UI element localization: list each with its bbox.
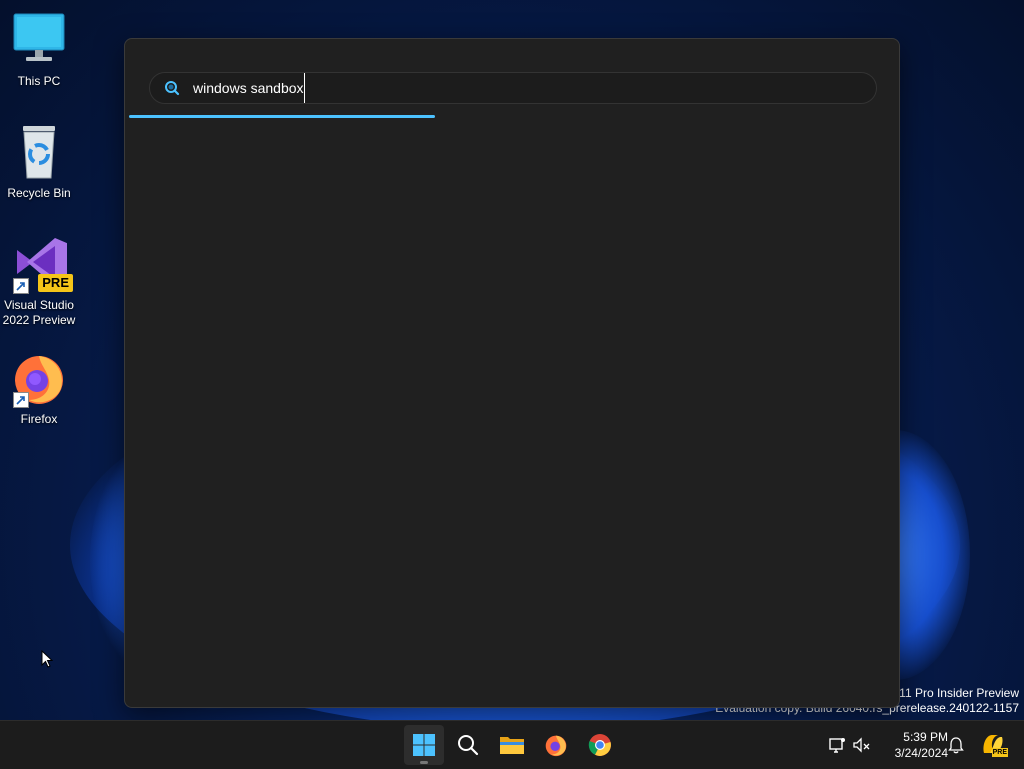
notification-bell-icon[interactable] — [946, 735, 966, 755]
desktop-icon-firefox[interactable]: Firefox — [2, 350, 76, 427]
desktop-icon-label: This PC — [17, 74, 61, 88]
chrome-taskbar-button[interactable] — [580, 725, 620, 765]
search-progress-bar — [129, 115, 435, 118]
file-explorer-button[interactable] — [492, 725, 532, 765]
system-clock[interactable]: 5:39 PM 3/24/2024 — [876, 729, 948, 761]
firefox-taskbar-button[interactable] — [536, 725, 576, 765]
chrome-icon — [588, 734, 611, 756]
shortcut-arrow-icon — [13, 278, 29, 294]
clock-time: 5:39 PM — [903, 730, 948, 744]
start-button[interactable] — [404, 725, 444, 765]
desktop-icon-this-pc[interactable]: This PC — [2, 12, 76, 89]
start-icon — [413, 734, 435, 756]
recycle-bin-icon — [11, 124, 67, 180]
search-box[interactable]: windows sandbox — [149, 72, 877, 104]
desktop-icon-recycle-bin[interactable]: Recycle Bin — [2, 124, 76, 201]
mouse-cursor-icon — [41, 650, 53, 668]
search-icon — [458, 735, 479, 756]
desktop-icon-label: Firefox — [20, 412, 58, 426]
firefox-icon — [545, 735, 567, 757]
copilot-button[interactable]: PRE — [980, 731, 1008, 757]
shortcut-arrow-icon — [13, 392, 29, 408]
firefox-icon — [11, 350, 67, 408]
search-icon — [165, 81, 180, 96]
desktop-icon-label: Recycle Bin — [7, 186, 71, 200]
copilot-preview-badge: PRE — [991, 748, 1008, 757]
this-pc-icon — [11, 12, 67, 68]
desktop-icon-label-line2: 2022 Preview — [2, 313, 76, 327]
taskbar-search-button[interactable] — [448, 725, 488, 765]
search-input[interactable]: windows sandbox — [193, 73, 305, 103]
visual-studio-icon: PRE — [11, 236, 73, 294]
preview-badge: PRE — [38, 274, 73, 292]
file-explorer-icon — [500, 737, 524, 754]
clock-date: 3/24/2024 — [894, 746, 948, 760]
display-icon[interactable] — [827, 735, 847, 755]
volume-muted-icon[interactable] — [852, 735, 872, 755]
desktop-icon-label-line1: Visual Studio — [4, 298, 74, 312]
search-panel: windows sandbox — [124, 38, 900, 708]
desktop-icon-visual-studio[interactable]: PRE Visual Studio 2022 Preview — [2, 236, 76, 328]
taskbar: 5:39 PM 3/24/2024 PRE — [0, 720, 1024, 769]
watermark-edition: s 11 Pro Insider Preview — [889, 686, 1019, 700]
